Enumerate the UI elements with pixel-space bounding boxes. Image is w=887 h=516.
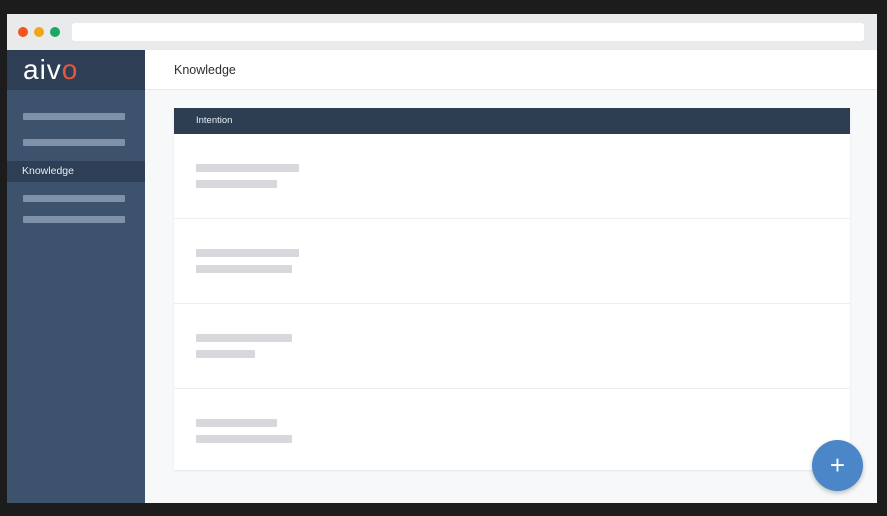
- sidebar-item-label: Knowledge: [22, 165, 74, 177]
- logo-accent: o: [61, 54, 79, 85]
- browser-window: aivo Knowledge Knowledge Intention +: [7, 14, 877, 503]
- list-item[interactable]: [174, 389, 850, 474]
- title-bar: [7, 14, 877, 50]
- address-bar[interactable]: [72, 23, 864, 41]
- list-header: Intention: [174, 108, 850, 134]
- window-zoom-button[interactable]: [50, 27, 60, 37]
- text-placeholder: [196, 435, 292, 443]
- add-button[interactable]: +: [812, 440, 863, 491]
- page-header: Knowledge: [145, 50, 877, 90]
- list-item[interactable]: [174, 219, 850, 304]
- sidebar-item-placeholder[interactable]: [23, 113, 125, 120]
- text-placeholder: [196, 164, 299, 172]
- logo-area: aivo: [7, 50, 145, 90]
- plus-icon: +: [829, 450, 846, 480]
- window-minimize-button[interactable]: [34, 27, 44, 37]
- logo-text: aiv: [23, 54, 62, 85]
- main-content: Knowledge Intention: [145, 50, 877, 503]
- page-title: Knowledge: [174, 63, 236, 77]
- text-placeholder: [196, 249, 299, 257]
- sidebar-item-placeholder[interactable]: [23, 195, 125, 202]
- text-placeholder: [196, 334, 292, 342]
- column-header-intention: Intention: [196, 115, 233, 126]
- text-placeholder: [196, 265, 292, 273]
- sidebar-item-knowledge[interactable]: Knowledge: [7, 161, 145, 182]
- text-placeholder: [196, 350, 255, 358]
- list-item[interactable]: [174, 304, 850, 389]
- text-placeholder: [196, 180, 277, 188]
- list-item[interactable]: [174, 134, 850, 219]
- intention-list-panel: Intention: [174, 108, 850, 470]
- sidebar-item-placeholder[interactable]: [23, 139, 125, 146]
- aivo-logo[interactable]: aivo: [23, 55, 78, 85]
- sidebar-item-placeholder[interactable]: [23, 216, 125, 223]
- window-close-button[interactable]: [18, 27, 28, 37]
- sidebar: aivo Knowledge: [7, 50, 145, 503]
- text-placeholder: [196, 419, 277, 427]
